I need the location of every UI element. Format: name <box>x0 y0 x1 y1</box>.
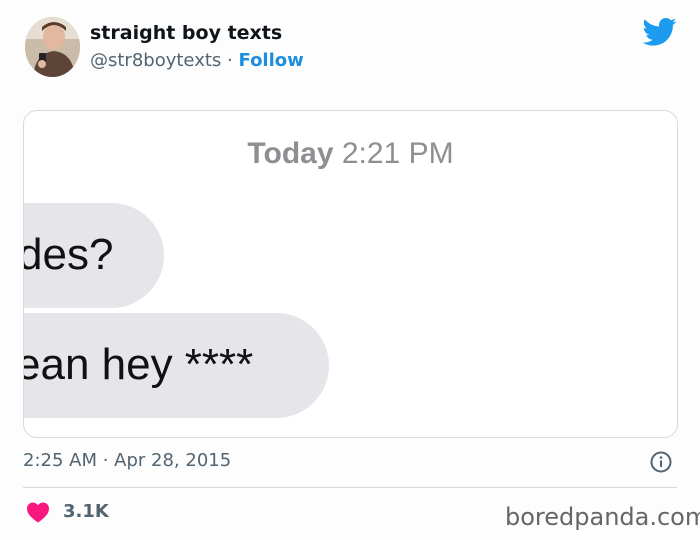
heart-icon[interactable] <box>26 501 50 523</box>
info-icon[interactable] <box>650 451 672 473</box>
media-image[interactable]: Today 2:21 PM des? ean hey **** <box>23 110 678 438</box>
like-count[interactable]: 3.1K <box>63 501 109 522</box>
author-name[interactable]: straight boy texts <box>90 22 282 44</box>
author-handle[interactable]: @str8boytexts <box>90 50 221 71</box>
message-bubble: ean hey **** <box>23 313 329 418</box>
message-text: ean hey **** <box>23 340 254 389</box>
message-bubble: des? <box>23 203 164 308</box>
divider <box>23 487 677 488</box>
message-time: 2:21 PM <box>341 137 454 170</box>
watermark: boredpanda.com <box>505 503 700 531</box>
message-timestamp: Today 2:21 PM <box>24 137 677 171</box>
follow-button[interactable]: Follow <box>239 50 304 71</box>
author-handle-row: @str8boytexts · Follow <box>90 50 304 71</box>
twitter-bird-icon[interactable] <box>643 17 677 47</box>
message-day: Today <box>247 137 334 170</box>
avatar-image <box>25 17 80 77</box>
tweet-timestamp[interactable]: 2:25 AM · Apr 28, 2015 <box>23 450 231 471</box>
avatar[interactable] <box>25 17 80 77</box>
tweet-card: straight boy texts @str8boytexts · Follo… <box>0 0 700 540</box>
message-text: des? <box>23 230 114 279</box>
separator-dot: · <box>227 50 233 71</box>
